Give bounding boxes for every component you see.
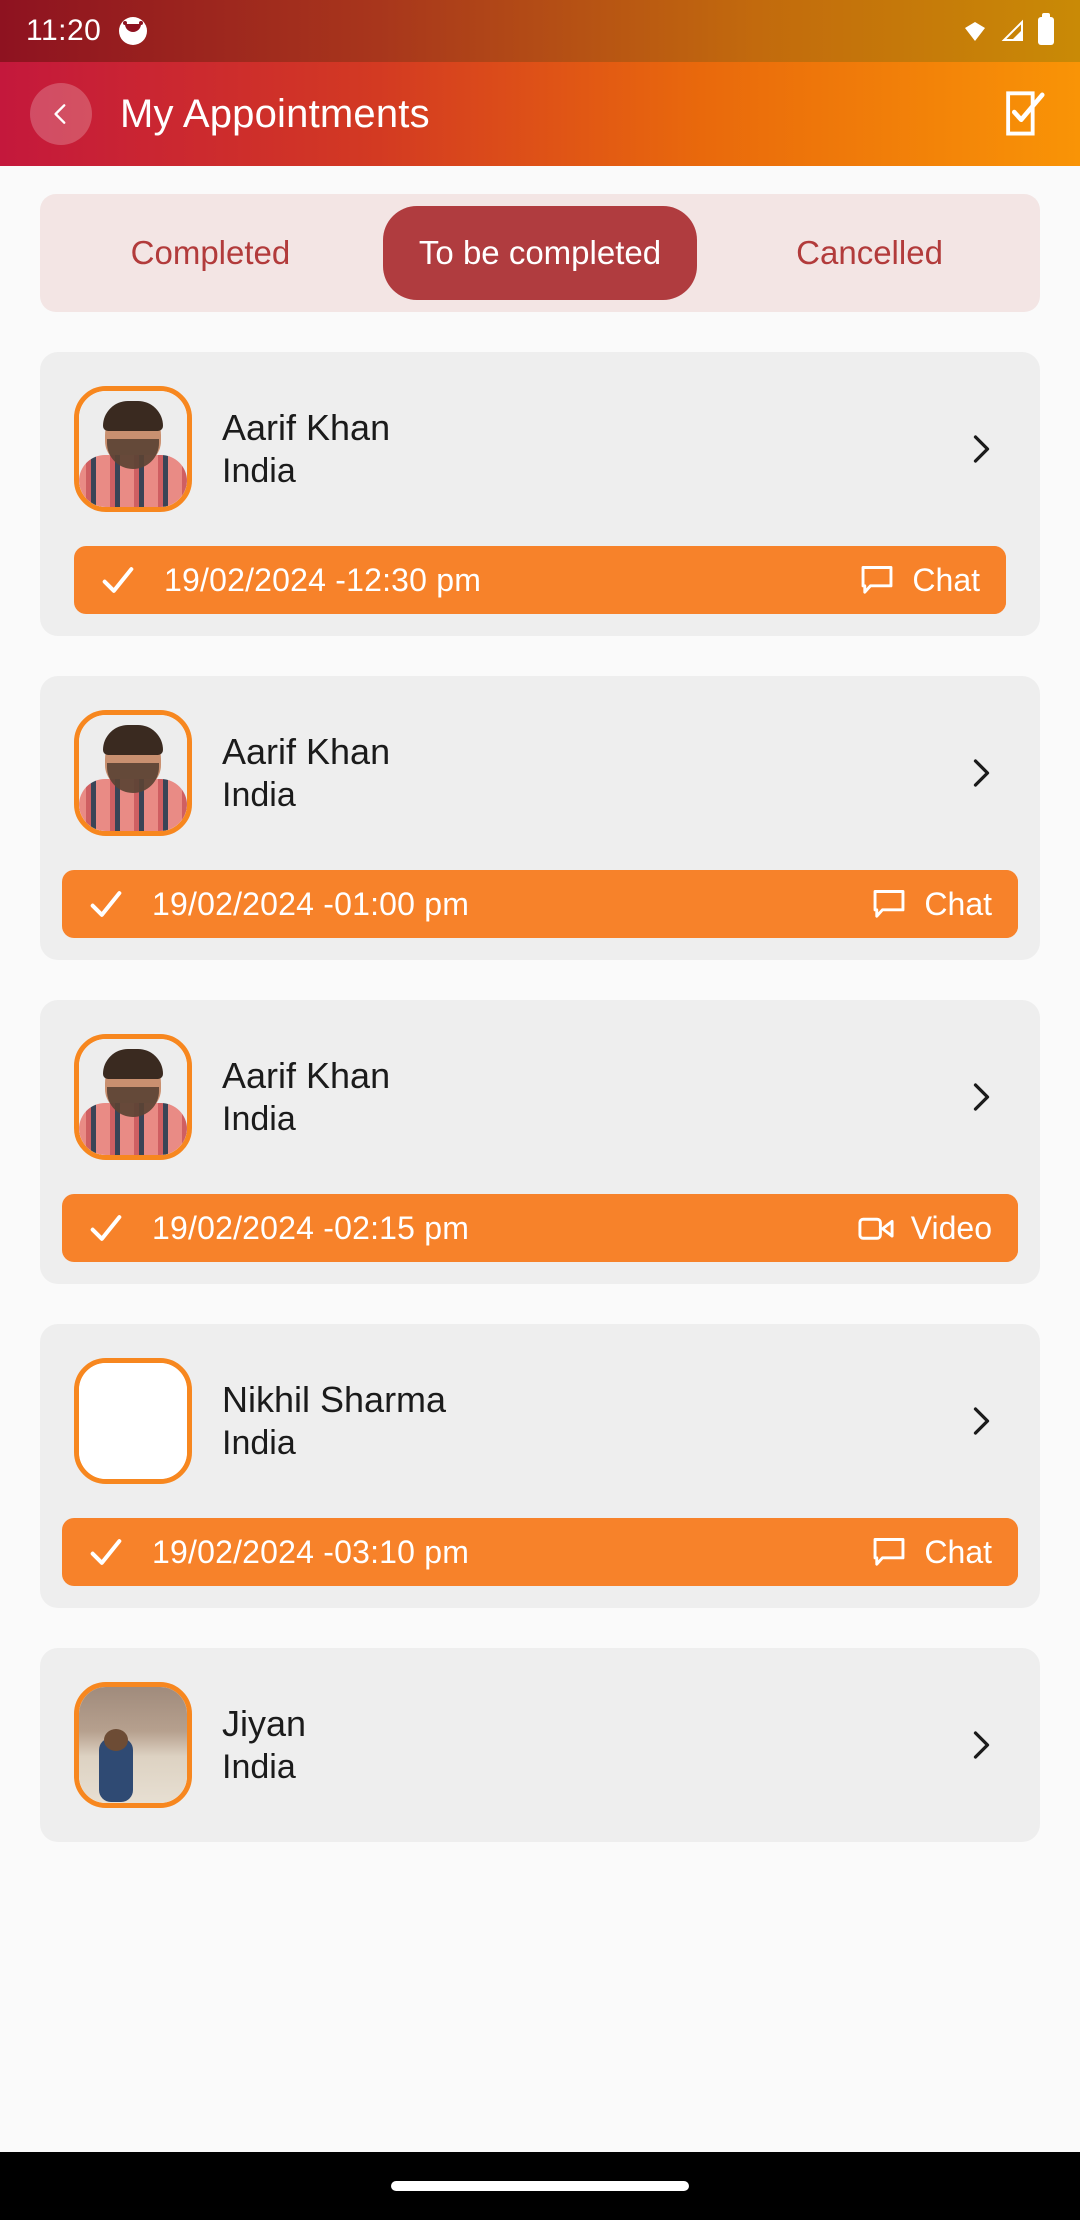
appointment-info: Jiyan India (222, 1701, 962, 1789)
chat-bubble-icon (873, 890, 905, 918)
chevron-right-icon[interactable] (962, 1403, 998, 1439)
back-button[interactable] (30, 83, 92, 145)
appointment-name: Jiyan (222, 1702, 307, 1744)
appointment-location: India (222, 1424, 296, 1463)
appointment-status-row[interactable]: 19/02/2024 -02:15 pm Video (62, 1194, 1018, 1262)
tab-cancelled-label: Cancelled (796, 234, 943, 271)
page-title: My Appointments (120, 91, 430, 136)
tab-cancelled[interactable]: Cancelled (699, 194, 1040, 312)
avatar (74, 1358, 192, 1484)
chevron-left-icon (54, 104, 66, 124)
page-body: Completed To be completed Cancelled Aari… (0, 166, 1080, 2152)
video-button-label: Video (910, 1209, 992, 1246)
appointment-status-row[interactable]: 19/02/2024 -03:10 pm Chat (62, 1518, 1018, 1586)
appointment-card-header[interactable]: Aarif Khan India (40, 374, 1040, 524)
tab-completed-label: Completed (130, 234, 291, 271)
appointment-name: Aarif Khan (222, 406, 391, 448)
chevron-right-icon[interactable] (962, 1727, 998, 1763)
chevron-right-icon[interactable] (962, 755, 998, 791)
avatar (74, 386, 192, 512)
status-bar-clock: 11:20 (26, 14, 102, 47)
appointment-card[interactable]: Aarif Khan India 19/02/2024 -12:30 pm Ch… (40, 352, 1040, 636)
appointment-datetime: 19/02/2024 -12:30 pm (164, 561, 482, 598)
appointment-name: Aarif Khan (222, 1054, 391, 1096)
appointment-info: Nikhil Sharma India (222, 1377, 962, 1465)
home-indicator[interactable] (391, 2181, 689, 2191)
appointment-card[interactable]: Aarif Khan India 19/02/2024 -01:00 pm Ch… (40, 676, 1040, 960)
chat-button[interactable]: Chat (836, 546, 1006, 614)
avatar (74, 1682, 192, 1808)
appointment-card-header[interactable]: Aarif Khan India (40, 1022, 1040, 1172)
battery-icon (1038, 13, 1054, 45)
chevron-right-icon[interactable] (962, 431, 998, 467)
avatar-image (79, 1363, 187, 1479)
video-button[interactable]: Video (834, 1194, 1018, 1262)
appointment-status-tabs: Completed To be completed Cancelled (40, 194, 1040, 312)
system-navigation-bar (0, 2152, 1080, 2220)
app-notification-icon (119, 17, 148, 45)
appointment-card[interactable]: Nikhil Sharma India 19/02/2024 -03:10 pm (40, 1324, 1040, 1608)
appointment-list: Aarif Khan India 19/02/2024 -12:30 pm Ch… (0, 352, 1080, 1842)
chat-bubble-icon (873, 1538, 905, 1566)
chat-button-label: Chat (912, 561, 980, 598)
check-icon (90, 1539, 122, 1565)
appointment-location: India (222, 776, 296, 815)
system-status-bar: 11:20 (0, 0, 1080, 62)
app-bar: My Appointments (0, 62, 1080, 166)
appointment-card-header[interactable]: Aarif Khan India (40, 698, 1040, 848)
appointment-name: Aarif Khan (222, 730, 391, 772)
appointment-status-row[interactable]: 19/02/2024 -01:00 pm Chat (62, 870, 1018, 938)
check-icon (102, 567, 134, 593)
edit-checklist-icon[interactable] (1002, 89, 1048, 139)
appointment-info: Aarif Khan India (222, 1053, 962, 1141)
appointment-card-header[interactable]: Jiyan India (40, 1670, 1040, 1820)
appointment-card-header[interactable]: Nikhil Sharma India (40, 1346, 1040, 1496)
chat-bubble-icon (861, 566, 893, 594)
avatar-image (79, 1687, 187, 1803)
appointment-name: Nikhil Sharma (222, 1378, 447, 1420)
signal-icon (1001, 19, 1023, 41)
status-bar-indicators (962, 13, 1054, 45)
app-screen: 11:20 My Appointments Completed To be co… (0, 0, 1080, 2220)
chat-button[interactable]: Chat (848, 870, 1018, 938)
appointment-datetime: 19/02/2024 -01:00 pm (152, 885, 470, 922)
tab-to-be-completed-label: To be completed (418, 234, 662, 271)
chat-button[interactable]: Chat (848, 1518, 1018, 1586)
chevron-right-icon[interactable] (962, 1079, 998, 1115)
appointment-info: Aarif Khan India (222, 405, 962, 493)
avatar (74, 710, 192, 836)
tab-to-be-completed[interactable]: To be completed (382, 206, 698, 300)
video-camera-icon (858, 1217, 894, 1240)
chat-button-label: Chat (924, 885, 992, 922)
chat-button-label: Chat (924, 1533, 992, 1570)
appointment-location: India (222, 452, 296, 491)
appointment-info: Aarif Khan India (222, 729, 962, 817)
appointment-card[interactable]: Aarif Khan India 19/02/2024 -02:15 pm Vi… (40, 1000, 1040, 1284)
avatar (74, 1034, 192, 1160)
tab-completed[interactable]: Completed (40, 194, 381, 312)
appointment-datetime: 19/02/2024 -03:10 pm (152, 1533, 470, 1570)
appointment-datetime: 19/02/2024 -02:15 pm (152, 1209, 470, 1246)
check-icon (90, 891, 122, 917)
appointment-location: India (222, 1748, 296, 1787)
wifi-icon (965, 22, 985, 41)
appointment-status-row[interactable]: 19/02/2024 -12:30 pm Chat (74, 546, 1006, 614)
appointment-card[interactable]: Jiyan India (40, 1648, 1040, 1842)
appointment-location: India (222, 1100, 296, 1139)
check-icon (90, 1215, 122, 1241)
